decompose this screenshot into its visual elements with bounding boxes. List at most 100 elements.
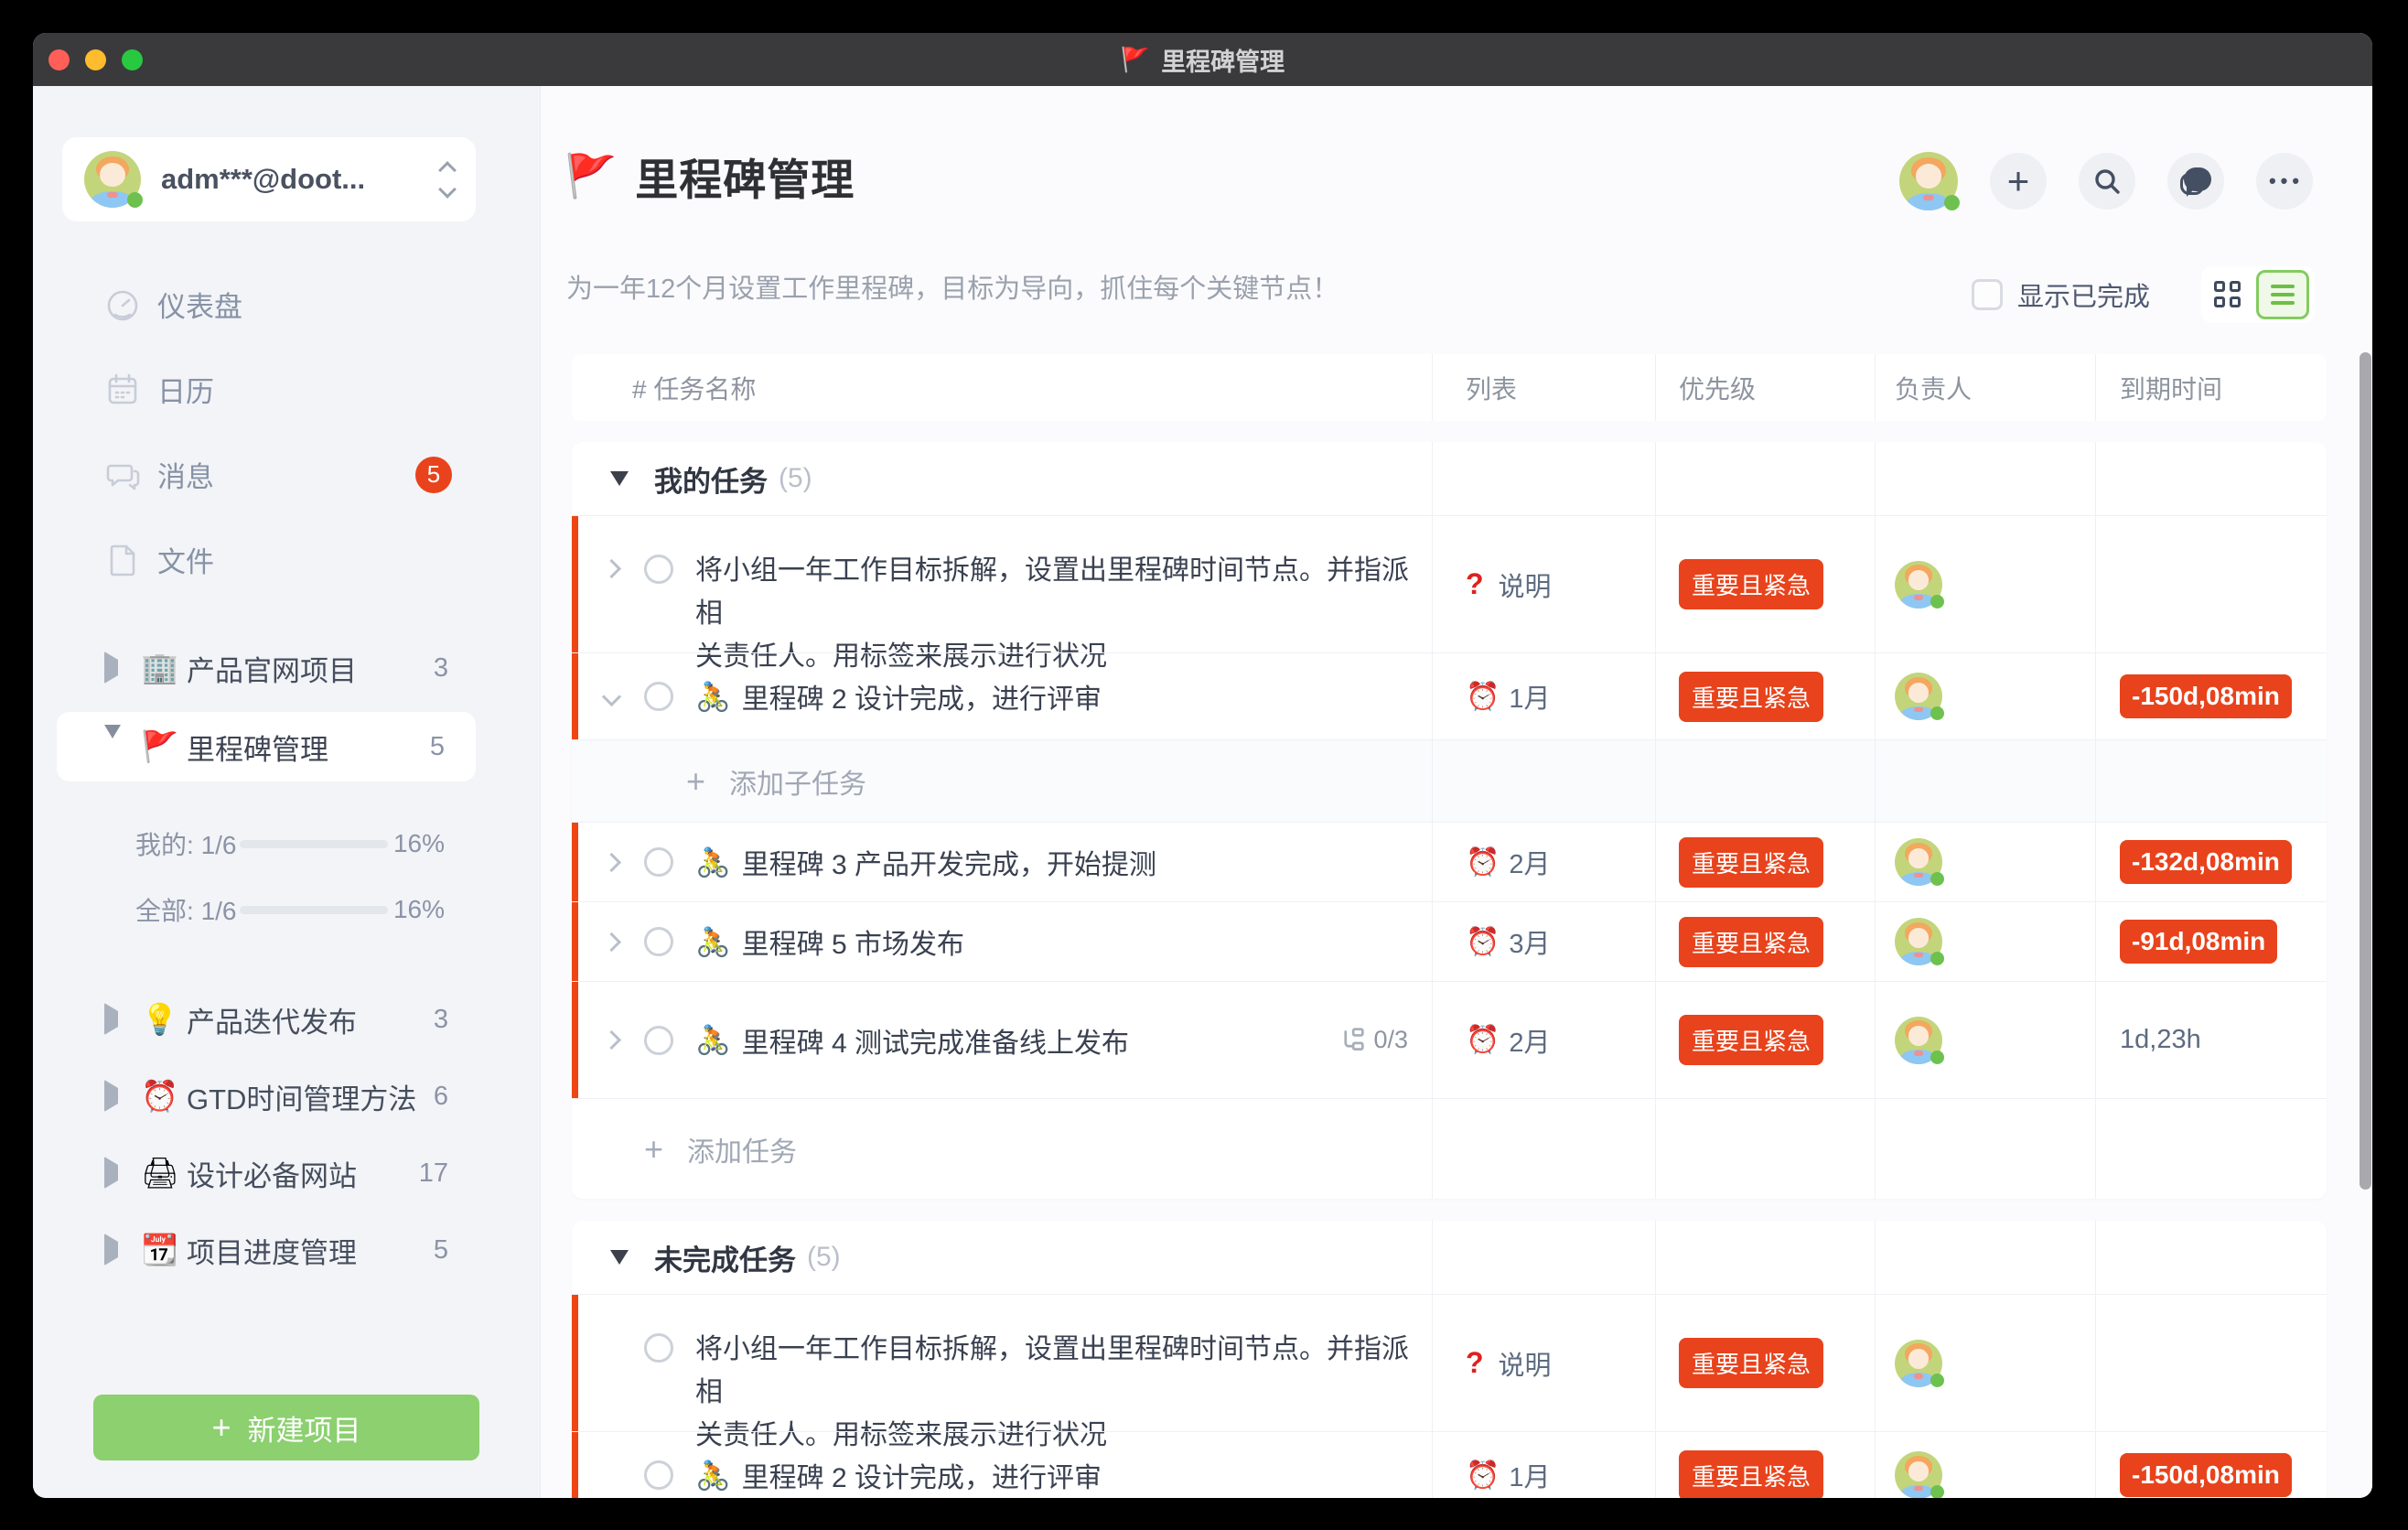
table-row: 🚴 里程碑 2 设计完成，进行评审 ⏰1月 重要且紧急 -150d,08min [572,652,2327,739]
chat-button[interactable] [2167,153,2224,210]
complete-task-circle[interactable] [644,1333,673,1363]
sidebar-item-files[interactable]: 文件 [33,517,540,602]
printer-icon: 🖨 [141,1156,179,1191]
collapse-chevron-icon[interactable] [602,686,621,706]
expand-chevron-icon[interactable] [602,559,621,578]
group-header[interactable]: 我的任务(5) [572,442,2327,515]
sidebar-project-official-site[interactable]: 🏢 产品官网项目 3 [33,630,540,706]
table-row: 🚴 里程碑 5 市场发布 ⏰3月 重要且紧急 -91d,08min [572,901,2327,981]
sidebar-project-gtd[interactable]: ⏰ GTD时间管理方法 6 [33,1058,540,1135]
assignee-avatar[interactable] [1895,673,1942,720]
minimize-window-button[interactable] [85,49,106,70]
assignee-avatar[interactable] [1895,1451,1942,1498]
table-header: # 任务名称 列表 优先级 负责人 到期时间 [572,354,2327,421]
alarm-clock-icon: ⏰ [1466,681,1500,713]
priority-badge[interactable]: 重要且紧急 [1679,1450,1823,1499]
task-name[interactable]: 里程碑 2 设计完成，进行评审 [742,676,1102,717]
assignee-avatar[interactable] [1895,1340,1942,1387]
online-status-dot [1944,195,1960,210]
expand-chevron-icon[interactable] [602,852,621,871]
project-task-count: 3 [434,653,448,684]
online-status-dot [127,192,143,208]
sidebar-project-design-sites[interactable]: 🖨 设计必备网站 17 [33,1135,540,1212]
task-group-incomplete: 未完成任务(5) 将小组一年工作目标拆解，设置出里程碑时间节点。并指派相 关责任… [572,1221,2327,1498]
close-window-button[interactable] [48,49,70,70]
more-button[interactable]: ••• [2256,153,2313,210]
collapse-triangle-icon[interactable] [610,1250,629,1265]
assignee-avatar[interactable] [1895,838,1942,886]
sidebar-project-milestone-selected[interactable]: 🚩 里程碑管理 5 [57,712,476,781]
list-view-icon[interactable] [2256,270,2309,319]
app-window: 🚩 里程碑管理 adm***@doot... [33,33,2372,1498]
overdue-badge: -132d,08min [2120,840,2292,884]
question-icon: ? [1466,567,1484,601]
priority-badge[interactable]: 重要且紧急 [1679,559,1823,609]
subtask-tree-icon [1339,1028,1364,1052]
column-assignee[interactable]: 负责人 [1875,354,2095,421]
column-list[interactable]: 列表 [1432,354,1655,421]
account-switcher[interactable]: adm***@doot... [62,137,476,221]
task-name[interactable]: 里程碑 4 测试完成准备线上发布 [742,1020,1129,1061]
new-project-button[interactable]: + 新建项目 [93,1395,479,1460]
bulb-icon: 💡 [141,1002,178,1038]
show-completed-label: 显示已完成 [2017,275,2150,314]
task-name[interactable]: 里程碑 3 产品开发完成，开始提测 [742,842,1156,882]
sidebar-item-dashboard[interactable]: 仪表盘 [33,262,540,347]
task-name[interactable]: 里程碑 2 设计完成，进行评审 [742,1455,1102,1495]
complete-task-circle[interactable] [644,555,673,584]
overdue-badge: -150d,08min [2120,1453,2292,1497]
group-header[interactable]: 未完成任务(5) [572,1221,2327,1294]
main-content: 🚩 里程碑管理 + ••• 为一年12个月设置工作里程碑，目标为导向，抓住每个关… [541,86,2372,1498]
sidebar-item-messages[interactable]: 消息 5 [33,432,540,517]
priority-badge[interactable]: 重要且紧急 [1679,1338,1823,1388]
files-icon [102,540,143,580]
tear-calendar-icon: 📆 [141,1233,178,1268]
chat-icon [2180,167,2211,195]
priority-badge[interactable]: 重要且紧急 [1679,917,1823,967]
sidebar-item-calendar[interactable]: 日历 [33,347,540,432]
expand-chevron-icon[interactable] [602,1030,621,1050]
add-task-button[interactable]: + [1990,153,2047,210]
board-view-icon[interactable] [2214,281,2241,308]
complete-task-circle[interactable] [644,847,673,877]
plus-icon: + [644,1130,663,1169]
priority-badge[interactable]: 重要且紧急 [1679,672,1823,722]
flag-icon: 🚩 [141,729,178,765]
complete-task-circle[interactable] [644,1460,673,1490]
column-due-time[interactable]: 到期时间 [2095,354,2327,421]
priority-badge[interactable]: 重要且紧急 [1679,837,1823,888]
table-row: 将小组一年工作目标拆解，设置出里程碑时间节点。并指派相 关责任人。用标签来展示进… [572,515,2327,652]
cyclist-icon: 🚴 [695,925,731,959]
assignee-avatar[interactable] [1895,918,1942,965]
complete-task-circle[interactable] [644,1026,673,1055]
collapse-triangle-icon[interactable] [610,471,629,486]
sidebar-project-schedule[interactable]: 📆 项目进度管理 5 [33,1212,540,1288]
sidebar-project-iteration[interactable]: 💡 产品迭代发布 3 [33,981,540,1058]
alarm-clock-icon: ⏰ [1466,1460,1500,1492]
current-user-avatar[interactable] [1899,152,1958,210]
vertical-scrollbar[interactable] [2360,352,2371,1190]
alarm-clock-icon: ⏰ [1466,846,1500,878]
assignee-avatar[interactable] [1895,561,1942,609]
zoom-window-button[interactable] [122,49,143,70]
column-task-name[interactable]: # 任务名称 [572,354,1432,421]
window-title: 🚩 里程碑管理 [1121,42,1285,78]
complete-task-circle[interactable] [644,682,673,711]
add-task-row[interactable]: +添加任务 [572,1098,2327,1199]
assignee-avatar[interactable] [1895,1017,1942,1064]
cyclist-icon: 🚴 [695,846,731,879]
complete-task-circle[interactable] [644,927,673,956]
priority-badge[interactable]: 重要且紧急 [1679,1015,1823,1065]
plus-icon: + [211,1408,231,1447]
titlebar: 🚩 里程碑管理 [33,33,2372,86]
flag-icon: 🚩 [1121,46,1150,74]
add-subtask-row[interactable]: +添加子任务 [572,739,2327,822]
column-priority[interactable]: 优先级 [1655,354,1875,421]
task-name[interactable]: 里程碑 5 市场发布 [742,921,964,962]
expand-chevron-icon[interactable] [602,932,621,951]
search-icon [2092,167,2122,196]
show-completed-checkbox[interactable] [1972,279,2003,310]
search-button[interactable] [2079,153,2135,210]
flag-icon: 🚩 [564,151,617,201]
page-title: 🚩 里程碑管理 [564,145,855,208]
